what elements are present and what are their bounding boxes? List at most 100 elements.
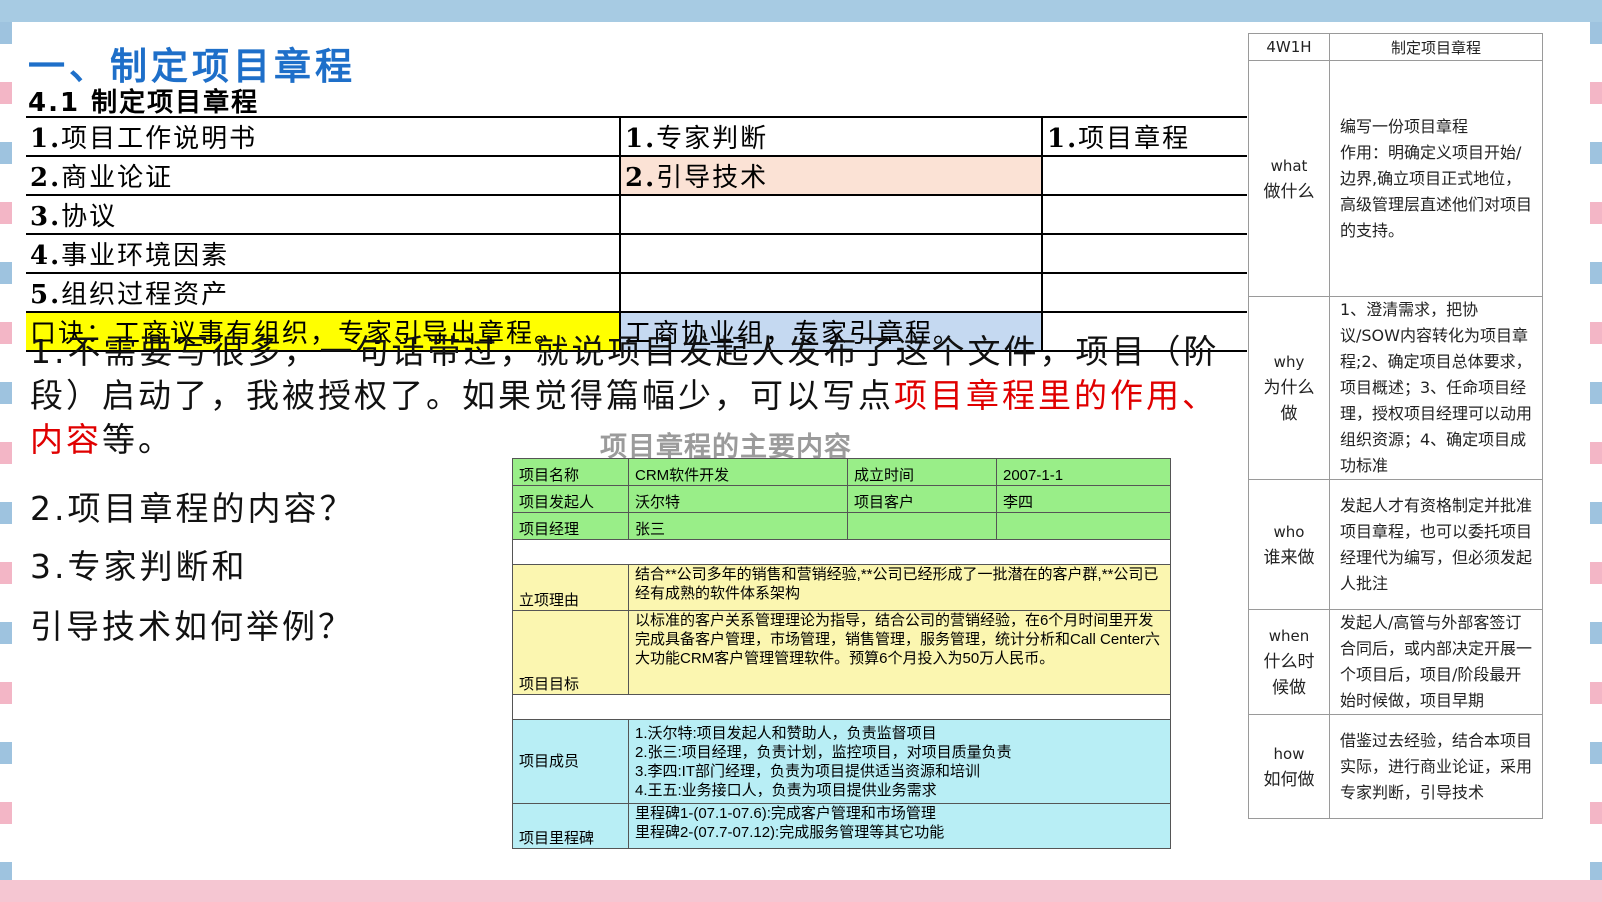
- right-border: [1590, 22, 1602, 880]
- 4w1h-key: why 为什么做: [1248, 296, 1330, 480]
- 4w1h-value: 1、澄清需求，把协议/SOW内容转化为项目章程;2、确定项目总体要求，项目概述；…: [1329, 296, 1543, 480]
- 4w1h-key-en: who: [1273, 522, 1305, 541]
- itto-cell: [1041, 233, 1247, 274]
- 4w1h-value: 发起人才有资格制定并批准项目章程，也可以委托项目经理代为编写，但必须发起人批注: [1329, 479, 1543, 610]
- note-1-end: 等。: [102, 420, 174, 459]
- itto-text: 组织过程资产: [61, 280, 230, 310]
- itto-number: 5.: [30, 280, 62, 310]
- 4w1h-row: when 什么时候做 发起人/高管与外部客签订合同后，或内部决定开展一个项目后，项目…: [1248, 609, 1543, 715]
- charter-empty: [847, 512, 997, 540]
- itto-number: 3.: [30, 202, 62, 232]
- itto-text: 专家判断: [656, 124, 769, 154]
- itto-cell: 1.项目工作说明书: [26, 116, 621, 157]
- 4w1h-row: why 为什么做 1、澄清需求，把协议/SOW内容转化为项目章程;2、确定项目总体要…: [1248, 296, 1543, 480]
- 4w1h-key-zh: 为什么做: [1263, 378, 1315, 424]
- 4w1h-key-zh: 如何做: [1263, 769, 1315, 790]
- charter-label: 项目目标: [512, 610, 629, 695]
- itto-text: 协议: [61, 202, 118, 232]
- itto-cell: [1041, 272, 1247, 313]
- 4w1h-row: how 如何做 借鉴过去经验，结合本项目实际，进行商业论证，采用专家判断，引导技术: [1248, 714, 1543, 819]
- 4w1h-key: what 做什么: [1248, 60, 1330, 297]
- itto-cell: 4.事业环境因素: [26, 233, 621, 274]
- itto-number: 1.: [625, 124, 657, 154]
- 4w1h-key: how 如何做: [1248, 714, 1330, 819]
- itto-cell: [619, 233, 1043, 274]
- 4w1h-key-zh: 做什么: [1263, 181, 1315, 202]
- charter-spacer: [512, 694, 1171, 720]
- charter-label: 项目经理: [512, 512, 629, 540]
- 4w1h-key-zh: 谁来做: [1263, 547, 1315, 568]
- charter-value: 以标准的客户关系管理理论为指导，结合公司的营销经验，在6个月时间里开发完成具备客…: [628, 610, 1171, 695]
- left-border: [0, 22, 12, 880]
- itto-row: 5.组织过程资产: [26, 272, 1247, 313]
- itto-row: 1.项目工作说明书 1.专家判断 1.项目章程: [26, 116, 1247, 157]
- charter-member: 2.张三:项目经理，负责计划，监控项目，对项目质量负责: [635, 743, 1012, 761]
- charter-milestones: 里程碑1-(07.1-07.6):完成客户管理和市场管理 里程碑2-(07.7-…: [628, 803, 1171, 849]
- itto-cell: 2.引导技术: [619, 155, 1043, 196]
- note-2: 2.项目章程的内容？: [30, 489, 356, 528]
- itto-cell: [619, 194, 1043, 235]
- note-3-line-1: 3.专家判断和: [30, 547, 248, 586]
- charter-member: 3.李四:IT部门经理，负责为项目提供适当资源和培训: [635, 762, 981, 780]
- charter-table: 项目名称 CRM软件开发 成立时间 2007-1-1 项目发起人 沃尔特 项目客…: [512, 458, 1171, 849]
- charter-members: 1.沃尔特:项目发起人和赞助人，负责监督项目 2.张三:项目经理，负责计划，监控…: [628, 719, 1171, 804]
- itto-cell: 5.组织过程资产: [26, 272, 621, 313]
- charter-value: 沃尔特: [628, 485, 848, 513]
- 4w1h-header-left: 4W1H: [1248, 33, 1330, 61]
- itto-text: 事业环境因素: [61, 241, 230, 271]
- itto-number: 1.: [30, 124, 62, 154]
- charter-value: 张三: [628, 512, 848, 540]
- charter-value: CRM软件开发: [628, 458, 848, 486]
- charter-member: 1.沃尔特:项目发起人和赞助人，负责监督项目: [635, 724, 937, 742]
- 4w1h-key-en: how: [1273, 744, 1305, 763]
- 4w1h-table: 4W1H 制定项目章程 what 做什么 编写一份项目章程 作用：明确定义项目开始/…: [1248, 33, 1543, 819]
- charter-member: 4.王五:业务接口人，负责为项目提供业务需求: [635, 781, 937, 799]
- itto-number: 2.: [625, 163, 657, 193]
- 4w1h-key: when 什么时候做: [1248, 609, 1330, 715]
- bottom-border: [0, 880, 1602, 902]
- itto-table: 1.项目工作说明书 1.专家判断 1.项目章程 2.商业论证 2.引导技术 3.协议 4.事…: [26, 116, 1247, 352]
- charter-empty: [996, 512, 1171, 540]
- charter-label: 项目客户: [847, 485, 997, 513]
- itto-text: 项目章程: [1078, 124, 1191, 154]
- 4w1h-key-en: when: [1268, 627, 1310, 645]
- charter-milestone: 里程碑1-(07.1-07.6):完成客户管理和市场管理: [635, 805, 936, 822]
- 4w1h-value: 发起人/高管与外部客签订合同后，或内部决定开展一个项目后，项目/阶段最开始时候做…: [1329, 609, 1543, 715]
- 4w1h-value: 借鉴过去经验，结合本项目实际，进行商业论证，采用专家判断，引导技术: [1329, 714, 1543, 819]
- 4w1h-row: what 做什么 编写一份项目章程 作用：明确定义项目开始/边界,确立项目正式地位，…: [1248, 60, 1543, 297]
- 4w1h-key-zh: 什么时候做: [1263, 652, 1315, 698]
- 4w1h-key-en: what: [1270, 156, 1308, 175]
- itto-cell: 3.协议: [26, 194, 621, 235]
- itto-text: 商业论证: [61, 163, 174, 193]
- 4w1h-key: who 谁来做: [1248, 479, 1330, 610]
- itto-cell: [619, 272, 1043, 313]
- itto-cell: 1.项目章程: [1041, 116, 1247, 157]
- charter-label: 项目成员: [512, 719, 629, 804]
- itto-cell: [1041, 194, 1247, 235]
- itto-text: 引导技术: [656, 163, 769, 193]
- charter-value: 李四: [996, 485, 1171, 513]
- itto-number: 2.: [30, 163, 62, 193]
- charter-label: 项目名称: [512, 458, 629, 486]
- top-border: [0, 0, 1602, 22]
- charter-value: 结合**公司多年的销售和营销经验,**公司已经形成了一批潜在的客户群,**公司已…: [628, 564, 1171, 611]
- 4w1h-header-right: 制定项目章程: [1329, 33, 1543, 61]
- itto-row: 3.协议: [26, 194, 1247, 235]
- charter-label: 成立时间: [847, 458, 997, 486]
- itto-cell: 2.商业论证: [26, 155, 621, 196]
- itto-row: 4.事业环境因素: [26, 233, 1247, 274]
- charter-milestone: 里程碑2-(07.7-07.12):完成服务管理等其它功能: [635, 824, 945, 841]
- 4w1h-value: 编写一份项目章程 作用：明确定义项目开始/边界,确立项目正式地位，高级管理层直述…: [1329, 60, 1543, 297]
- itto-number: 1.: [1047, 124, 1079, 154]
- charter-label: 项目里程碑: [512, 803, 629, 849]
- section-subtitle: 4.1 制定项目章程: [28, 88, 260, 118]
- charter-value: 2007-1-1: [996, 458, 1171, 486]
- charter-spacer: [512, 539, 1171, 565]
- charter-label: 立项理由: [512, 564, 629, 611]
- itto-row: 2.商业论证 2.引导技术: [26, 155, 1247, 196]
- note-3-line-2: 引导技术如何举例？: [30, 607, 354, 646]
- 4w1h-row: who 谁来做 发起人才有资格制定并批准项目章程，也可以委托项目经理代为编写，但必须…: [1248, 479, 1543, 610]
- itto-number: 4.: [30, 241, 62, 271]
- charter-label: 项目发起人: [512, 485, 629, 513]
- itto-cell: [1041, 155, 1247, 196]
